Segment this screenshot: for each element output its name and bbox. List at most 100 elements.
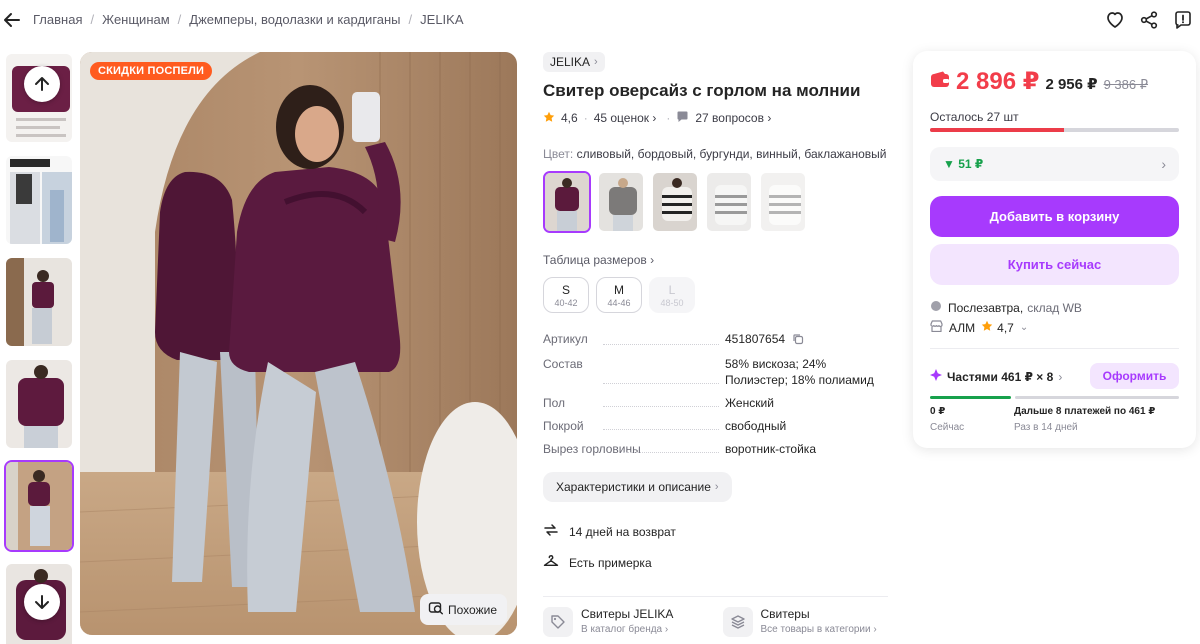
- shop-icon: [930, 320, 943, 335]
- size-option[interactable]: S 40-42: [543, 277, 589, 313]
- split-payment-label[interactable]: Частями 461 ₽ × 8 ›: [930, 369, 1062, 384]
- bonus-value: ▼ 51 ₽: [943, 157, 984, 171]
- brand-name: JELIKA: [550, 55, 591, 69]
- color-line: Цвет: сливовый, бордовый, бургунди, винн…: [543, 147, 888, 161]
- spec-row: Вырез горловины воротник-стойка: [543, 441, 888, 457]
- star-icon: [543, 111, 555, 126]
- size-selector: S 40-42 M 44-46 L 48-50: [543, 277, 888, 313]
- size-label: S: [561, 282, 570, 297]
- benefit-item: Есть примерка: [543, 553, 888, 572]
- split-later-amount: Дальше 8 платежей по 461 ₽: [1014, 406, 1156, 417]
- arrow-up-icon[interactable]: [24, 66, 60, 102]
- benefits: 14 дней на возврат Есть примерка: [543, 522, 888, 572]
- size-label: L: [668, 282, 676, 297]
- breadcrumb-item[interactable]: Главная: [33, 12, 82, 27]
- category-title: Свитеры: [760, 607, 810, 621]
- split-progress-later: [1015, 396, 1179, 399]
- category-links: Свитеры JELIKA В каталог бренда › Свитер…: [543, 607, 888, 637]
- description-button[interactable]: Характеристики и описание ›: [543, 472, 732, 502]
- benefit-text: Есть примерка: [569, 555, 652, 570]
- thumbnail[interactable]: [4, 256, 74, 348]
- buy-box: 2 896 ₽ 2 956 ₽ 9 386 ₽ Осталось 27 шт ▼…: [913, 51, 1196, 448]
- spec-row: Артикул 451807654: [543, 331, 888, 349]
- copy-icon[interactable]: [792, 333, 804, 349]
- product-info: JELIKA › Свитер оверсайз с горлом на мол…: [543, 52, 888, 637]
- spec-value: Женский: [725, 396, 774, 410]
- rating-value: 4,6: [561, 111, 578, 125]
- warehouse: склад WB: [1027, 300, 1082, 315]
- tag-icon: [543, 607, 573, 637]
- benefit-text: 14 дней на возврат: [569, 524, 676, 539]
- color-swatch[interactable]: [705, 171, 753, 233]
- seller-name: АЛМ: [949, 320, 976, 335]
- color-swatches: [543, 171, 888, 233]
- similar-label: Похожие: [448, 602, 497, 617]
- product-main-image[interactable]: СКИДКИ ПОСПЕЛИ Похожие: [80, 52, 517, 635]
- split-now-label: Сейчас: [930, 422, 965, 433]
- box-icon: [930, 300, 942, 315]
- breadcrumb-item[interactable]: Джемперы, водолазки и кардиганы: [189, 12, 400, 27]
- size-option[interactable]: M 44-46: [596, 277, 642, 313]
- similar-button[interactable]: Похожие: [420, 594, 507, 625]
- spec-key: Покрой: [543, 418, 725, 434]
- similar-search-icon: [428, 600, 444, 619]
- bonus-box[interactable]: ▼ 51 ₽ ›: [930, 147, 1179, 181]
- layers-icon: [722, 607, 753, 637]
- specs-table: Артикул 451807654 Состав 58% вискоза; 24…: [543, 331, 888, 457]
- add-to-cart-button[interactable]: Добавить в корзину: [930, 196, 1179, 237]
- color-swatch[interactable]: [597, 171, 645, 233]
- questions-icon: [676, 110, 689, 126]
- color-swatch-active[interactable]: [543, 171, 591, 233]
- report-icon[interactable]: [1172, 9, 1194, 31]
- stock-label: Осталось 27 шт: [930, 110, 1019, 124]
- seller-rating: 4,7: [997, 320, 1014, 335]
- arrow-down-icon[interactable]: [24, 584, 60, 620]
- share-icon[interactable]: [1138, 9, 1160, 31]
- brand-catalog-link[interactable]: Свитеры JELIKA В каталог бренда ›: [543, 607, 709, 637]
- thumbnail-strip: [4, 52, 76, 644]
- breadcrumb: Главная / Женщинам / Джемперы, водолазки и к…: [33, 12, 464, 27]
- product-title: Свитер оверсайз с горлом на молнии: [543, 81, 861, 100]
- thumbnail[interactable]: [4, 154, 74, 246]
- category-link[interactable]: Свитеры Все товары в категории ›: [722, 607, 889, 637]
- reviews-link[interactable]: 45 оценок ›: [594, 111, 657, 125]
- color-swatch[interactable]: [651, 171, 699, 233]
- size-option-unavailable: L 48-50: [649, 277, 695, 313]
- hanger-icon: [543, 553, 559, 572]
- split-later-label: Раз в 14 дней: [1014, 422, 1078, 433]
- thumbnail-active[interactable]: [4, 460, 74, 552]
- category-subtitle: Все товары в категории ›: [760, 624, 877, 635]
- promo-badge: СКИДКИ ПОСПЕЛИ: [90, 62, 213, 80]
- divider: [930, 348, 1179, 349]
- heart-icon[interactable]: [1104, 9, 1126, 31]
- divider: [543, 596, 888, 597]
- questions-link[interactable]: 27 вопросов ›: [695, 111, 771, 125]
- split-later: Дальше 8 платежей по 461 ₽ Раз в 14 дней: [1014, 406, 1155, 433]
- breadcrumb-item[interactable]: Женщинам: [102, 12, 170, 27]
- breadcrumb-item[interactable]: JELIKA: [420, 12, 463, 27]
- size-label: M: [614, 282, 624, 297]
- brand-chip[interactable]: JELIKA ›: [543, 52, 605, 72]
- buy-now-button[interactable]: Купить сейчас: [930, 244, 1179, 285]
- size-table-link[interactable]: Таблица размеров ›: [543, 253, 888, 267]
- seller-info[interactable]: АЛМ 4,7 ⌄: [930, 320, 1028, 335]
- stock-progress: [930, 128, 1179, 132]
- split-payment-button[interactable]: Оформить: [1090, 363, 1179, 389]
- chevron-right-icon: ›: [594, 56, 598, 68]
- rating-row: 4,6 · 45 оценок › · 27 вопросов ›: [543, 110, 888, 126]
- arrow-left-icon[interactable]: [2, 10, 22, 30]
- return-icon: [543, 522, 559, 541]
- spec-key: Состав: [543, 356, 725, 388]
- category-subtitle: В каталог бренда ›: [581, 624, 669, 635]
- wallet-icon: [930, 71, 950, 93]
- delivery-info: Послезавтра, склад WB: [930, 300, 1082, 315]
- spec-row: Пол Женский: [543, 395, 888, 411]
- thumbnail[interactable]: [4, 358, 74, 450]
- chevron-down-icon: ⌄: [1019, 322, 1029, 333]
- spec-key: Вырез горловины: [543, 441, 725, 457]
- spec-value: свободный: [725, 419, 787, 433]
- delivery-date: Послезавтра,: [948, 300, 1024, 315]
- price-row: 2 896 ₽ 2 956 ₽ 9 386 ₽: [930, 67, 1148, 96]
- price-old: 9 386 ₽: [1103, 77, 1149, 92]
- color-swatch[interactable]: [759, 171, 807, 233]
